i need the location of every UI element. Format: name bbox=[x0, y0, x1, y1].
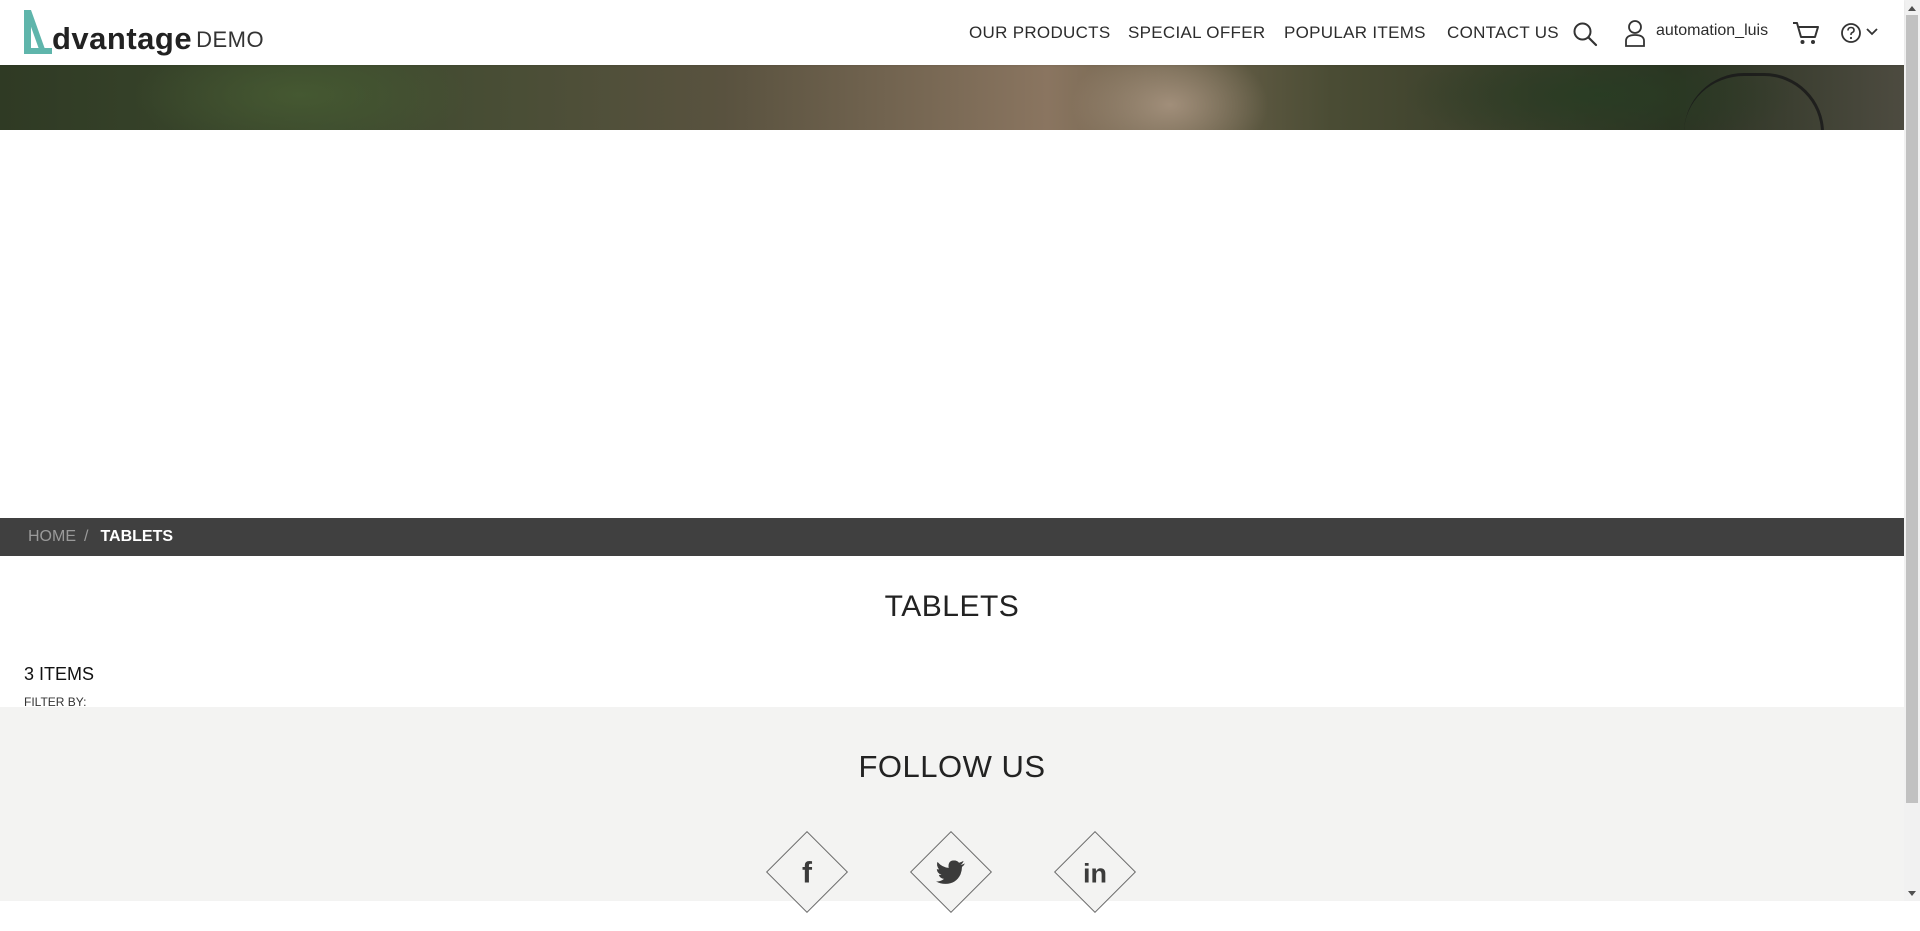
username-label[interactable]: automation_luis bbox=[1656, 22, 1768, 40]
logo[interactable]: dvantage DEMO bbox=[22, 8, 264, 56]
facebook-icon: f bbox=[802, 856, 812, 890]
follow-us-title: FOLLOW US bbox=[858, 749, 1046, 784]
nav-popular-items[interactable]: POPULAR ITEMS bbox=[1284, 23, 1426, 43]
items-count: 3 ITEMS bbox=[24, 664, 95, 684]
logo-mark-icon bbox=[24, 10, 52, 54]
cart-icon[interactable] bbox=[1792, 20, 1820, 46]
search-icon[interactable] bbox=[1572, 21, 1598, 47]
scroll-up-arrow-icon[interactable] bbox=[1904, 0, 1920, 15]
twitter-icon bbox=[922, 844, 980, 902]
breadcrumb: HOME / TABLETS bbox=[0, 518, 1904, 556]
breadcrumb-current: TABLETS bbox=[100, 528, 174, 545]
footer: FOLLOW US f in bbox=[0, 707, 1904, 914]
hero-banner-image bbox=[0, 65, 1904, 130]
breadcrumb-home-link[interactable]: HOME bbox=[28, 528, 76, 546]
logo-demo-label: DEMO bbox=[196, 27, 265, 52]
breadcrumb-separator: / bbox=[84, 528, 89, 545]
linkedin-icon: in bbox=[1083, 857, 1107, 888]
help-icon[interactable] bbox=[1840, 22, 1862, 44]
nav-contact-us[interactable]: CONTACT US bbox=[1447, 23, 1559, 43]
site-header: dvantage DEMO OUR PRODUCTS SPECIAL OFFER… bbox=[0, 0, 1904, 65]
chevron-down-icon[interactable] bbox=[1866, 28, 1878, 36]
scroll-down-arrow-icon[interactable] bbox=[1904, 886, 1920, 901]
user-icon[interactable] bbox=[1624, 19, 1646, 47]
page-title: TABLETS bbox=[884, 590, 1020, 623]
hero-cable-decoration bbox=[1684, 73, 1824, 130]
nav-our-products[interactable]: OUR PRODUCTS bbox=[969, 23, 1111, 43]
nav-special-offer[interactable]: SPECIAL OFFER bbox=[1128, 23, 1265, 43]
scrollbar-thumb[interactable] bbox=[1906, 15, 1918, 803]
page-scrollbar[interactable] bbox=[1904, 0, 1920, 901]
logo-wordmark: dvantage bbox=[52, 21, 193, 56]
